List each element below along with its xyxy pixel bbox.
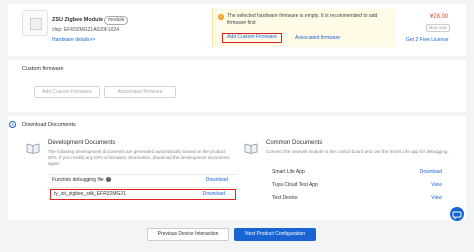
development-documents-description: The following development documents are …: [48, 149, 230, 166]
module-badge: module: [104, 15, 129, 25]
cloud-test-view-link[interactable]: View: [431, 180, 442, 191]
warning-text: The selected hardware firmware is empty.…: [227, 13, 378, 26]
smart-life-row: Smart Life App Download: [272, 167, 442, 178]
custom-add-firmware-button[interactable]: Add Custom Firmware: [34, 86, 100, 98]
row-divider: [48, 187, 238, 188]
smart-life-label: Smart Life App: [272, 169, 305, 175]
function-debugging-label: Function debugging file: [52, 177, 104, 183]
chip-image-icon: [22, 10, 48, 36]
previous-step-button[interactable]: Previous Device Interaction: [147, 228, 229, 241]
associated-firmware-link[interactable]: Associated firmware: [295, 35, 340, 41]
chip-label: chip: EFR32MG21A020F1024: [52, 27, 119, 33]
sdk-row: ty_iot_zigbee_sdk_EFR32MG21 Download: [50, 189, 236, 200]
test-device-row: Test Device View: [272, 193, 442, 204]
next-step-button[interactable]: Next Product Configuration: [234, 228, 316, 241]
chat-icon[interactable]: [450, 207, 464, 221]
info-icon[interactable]: i: [105, 177, 111, 183]
module-name: ZSU Zigbee Module: [52, 17, 104, 23]
free-license-link[interactable]: Get 2 Free License: [406, 37, 449, 43]
hardware-details-link[interactable]: Hardware details>>: [52, 37, 95, 43]
function-debugging-download-link[interactable]: Download: [206, 175, 228, 186]
common-documents-description: Connect the network module to the contro…: [266, 149, 449, 154]
step-number: 3: [9, 121, 16, 128]
development-documents-title: Development Documents: [48, 140, 116, 146]
function-debugging-row: Function debugging file i Download: [52, 175, 228, 186]
smart-life-download-link[interactable]: Download: [420, 167, 442, 178]
warning-icon: !: [218, 14, 224, 20]
test-device-view-link[interactable]: View: [431, 193, 442, 204]
custom-firmware-title: Custom firmware: [22, 66, 64, 72]
buy-now-button[interactable]: Buy now: [426, 24, 450, 32]
book-icon: [244, 143, 258, 154]
sdk-label: ty_iot_zigbee_sdk_EFR32MG21: [54, 191, 126, 197]
module-price: ¥28.00: [430, 14, 449, 20]
sdk-download-link[interactable]: Download: [203, 190, 225, 198]
download-documents-title: Download Documents: [22, 122, 76, 128]
common-documents-title: Common Documents: [266, 140, 323, 146]
custom-associated-firmware-button[interactable]: Associated firmware: [104, 86, 176, 98]
cloud-test-label: Tuya Cloud Test App: [272, 182, 318, 188]
book-icon: [26, 143, 40, 154]
add-custom-firmware-button[interactable]: Add Custom Firmware: [222, 33, 282, 43]
test-device-label: Test Device: [272, 195, 298, 201]
cloud-test-row: Tuya Cloud Test App View: [272, 180, 442, 191]
